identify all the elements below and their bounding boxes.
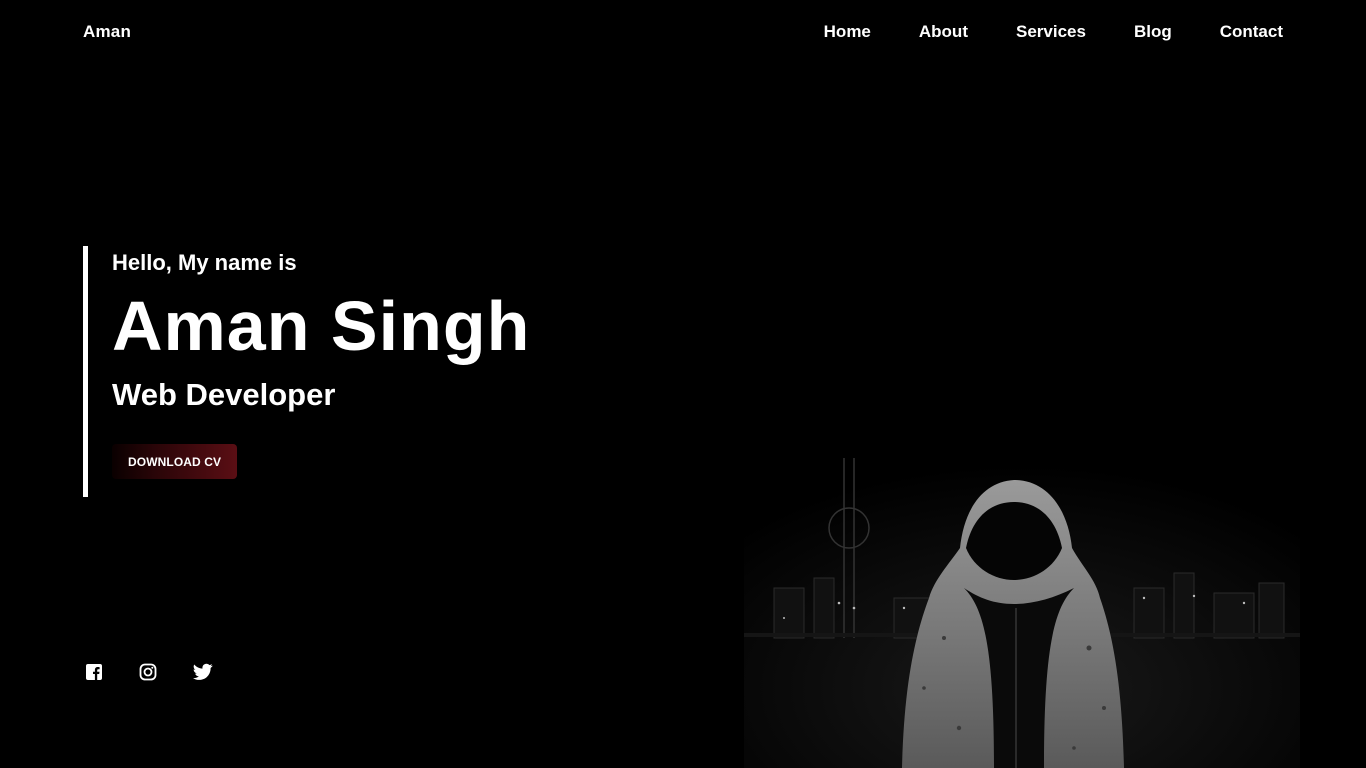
instagram-icon[interactable] (139, 663, 157, 681)
hero-name: Aman Singh (112, 287, 531, 365)
hero-intro: Hello, My name is Aman Singh Web Develop… (83, 246, 530, 497)
site-header: Aman Home About Services Blog Contact (0, 0, 1366, 64)
download-cv-button[interactable]: DOWNLOAD CV (112, 444, 238, 479)
hooded-figure-image (744, 448, 1300, 768)
nav-about[interactable]: About (919, 22, 968, 42)
nav-services[interactable]: Services (1016, 22, 1086, 42)
hero-greeting: Hello, My name is (112, 250, 297, 275)
page: Aman Home About Services Blog Contact He… (0, 0, 1366, 768)
twitter-icon[interactable] (193, 663, 213, 681)
nav-blog[interactable]: Blog (1134, 22, 1172, 42)
hero-role: Web Developer (112, 377, 336, 412)
brand-logo[interactable]: Aman (83, 22, 131, 42)
nav-home[interactable]: Home (824, 22, 871, 42)
facebook-icon[interactable] (85, 663, 103, 681)
main-nav: Home About Services Blog Contact (824, 22, 1283, 42)
social-links (85, 663, 213, 681)
nav-contact[interactable]: Contact (1220, 22, 1283, 42)
